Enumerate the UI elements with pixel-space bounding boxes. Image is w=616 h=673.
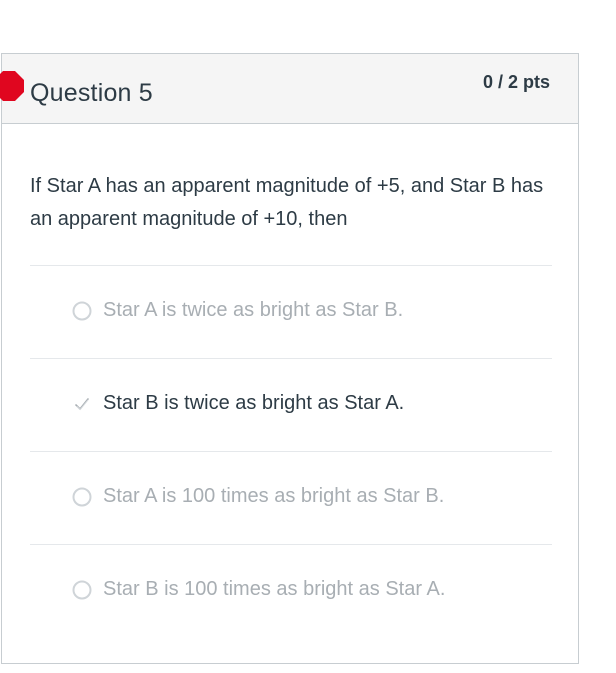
answer-label: Star A is 100 times as bright as Star B. [103,485,445,507]
answer-option-3[interactable]: Star A is 100 times as bright as Star B. [30,452,552,544]
answer-label: Star A is twice as bright as Star B. [103,299,404,321]
answer-label: Star B is 100 times as bright as Star A. [103,578,446,600]
quiz-page: Question 5 0 / 2 pts If Star A has an ap… [0,0,616,673]
answer-list: Star A is twice as bright as Star B. Sta… [30,265,552,637]
answer-option-1[interactable]: Star A is twice as bright as Star B. [30,266,552,358]
answer-label: Star B is twice as bright as Star A. [103,392,405,414]
radio-icon[interactable] [72,487,92,507]
answer-option-2[interactable]: Star B is twice as bright as Star A. [30,359,552,451]
question-text: If Star A has an apparent magnitude of +… [30,175,544,230]
radio-icon[interactable] [72,301,92,321]
question-points: 0 / 2 pts [482,72,550,92]
question-title: Question 5 [30,79,153,107]
answer-option-4[interactable]: Star B is 100 times as bright as Star A. [30,545,552,637]
incorrect-icon [0,71,24,101]
question-header: Question 5 0 / 2 pts [0,54,578,124]
question-card: Question 5 0 / 2 pts If Star A has an ap… [0,53,579,664]
checkmark-icon[interactable] [72,394,92,414]
radio-icon[interactable] [72,580,92,600]
